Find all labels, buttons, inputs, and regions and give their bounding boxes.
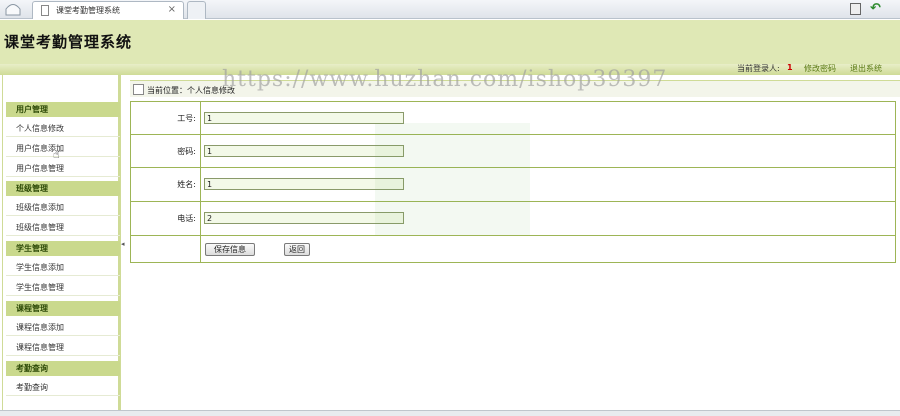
change-password-link[interactable]: 修改密码 <box>804 63 836 74</box>
password-field[interactable] <box>204 145 404 157</box>
collapse-arrow-icon[interactable]: ◂ <box>121 240 125 248</box>
watermark-box <box>375 123 530 235</box>
sidebar-group-students: 学生管理 学生信息添加 学生信息管理 <box>6 241 120 296</box>
back-button[interactable]: 返回 <box>284 243 310 256</box>
new-tab-button[interactable] <box>187 1 206 19</box>
hand-cursor-icon: ☝ <box>53 148 60 161</box>
status-bar <box>0 410 900 416</box>
phone-field[interactable] <box>204 212 404 224</box>
watermark-text: https://www.huzhan.com/ishop39397 <box>222 67 668 92</box>
sidebar-group-title[interactable]: 考勤查询 <box>6 361 120 376</box>
sidebar-group-title[interactable]: 课程管理 <box>6 301 120 316</box>
sidebar-item-course-add[interactable]: 课程信息添加 <box>6 316 120 336</box>
field-label: 姓名: <box>131 168 201 201</box>
sidebar-item-class-manage[interactable]: 班级信息管理 <box>6 216 120 236</box>
app-header: 课堂考勤管理系统 <box>0 20 900 64</box>
sidebar-group-title[interactable]: 用户管理 <box>6 102 120 117</box>
browser-tab-title: 课堂考勤管理系统 <box>56 6 120 15</box>
sidebar-group-title[interactable]: 班级管理 <box>6 181 120 196</box>
sidebar-item-user-add[interactable]: 用户信息添加 <box>6 137 120 157</box>
logout-link[interactable]: 退出系统 <box>850 63 882 74</box>
save-button[interactable]: 保存信息 <box>205 243 255 256</box>
sidebar-item-course-manage[interactable]: 课程信息管理 <box>6 336 120 356</box>
sidebar-item-attendance-query[interactable]: 考勤查询 <box>6 376 120 396</box>
sidebar: 用户管理 个人信息修改 用户信息添加 用户信息管理 班级管理 班级信息添加 班级… <box>2 75 121 410</box>
login-user: 1 <box>787 63 793 72</box>
name-field[interactable] <box>204 178 404 190</box>
sidebar-item-student-add[interactable]: 学生信息添加 <box>6 256 120 276</box>
home-tab-icon[interactable] <box>4 2 22 17</box>
field-label: 密码: <box>131 135 201 167</box>
sidebar-group-title[interactable]: 学生管理 <box>6 241 120 256</box>
browser-tab[interactable]: 课堂考勤管理系统 × <box>32 1 184 19</box>
sidebar-item-profile-edit[interactable]: 个人信息修改 <box>6 117 120 137</box>
sidebar-group-users: 用户管理 个人信息修改 用户信息添加 用户信息管理 <box>6 102 120 177</box>
page-icon <box>41 5 49 16</box>
sidebar-group-classes: 班级管理 班级信息添加 班级信息管理 <box>6 181 120 236</box>
employee-id-field[interactable] <box>204 112 404 124</box>
tab-close-icon[interactable]: × <box>168 4 176 15</box>
page-settings-icon[interactable] <box>850 3 861 15</box>
sidebar-item-user-manage[interactable]: 用户信息管理 <box>6 157 120 177</box>
app-title: 课堂考勤管理系统 <box>4 33 133 51</box>
sidebar-item-student-manage[interactable]: 学生信息管理 <box>6 276 120 296</box>
field-label: 工号: <box>131 102 201 134</box>
sidebar-group-courses: 课程管理 课程信息添加 课程信息管理 <box>6 301 120 356</box>
login-label: 当前登录人: <box>737 64 780 73</box>
sidebar-group-attendance: 考勤查询 考勤查询 <box>6 361 120 396</box>
back-arrow-icon[interactable]: ↶ <box>870 1 881 16</box>
field-label: 电话: <box>131 202 201 235</box>
browser-tab-bar: 课堂考勤管理系统 × ↶ <box>0 0 900 19</box>
actions-label-cell <box>131 236 201 262</box>
breadcrumb-icon <box>133 84 144 95</box>
sidebar-item-class-add[interactable]: 班级信息添加 <box>6 196 120 216</box>
